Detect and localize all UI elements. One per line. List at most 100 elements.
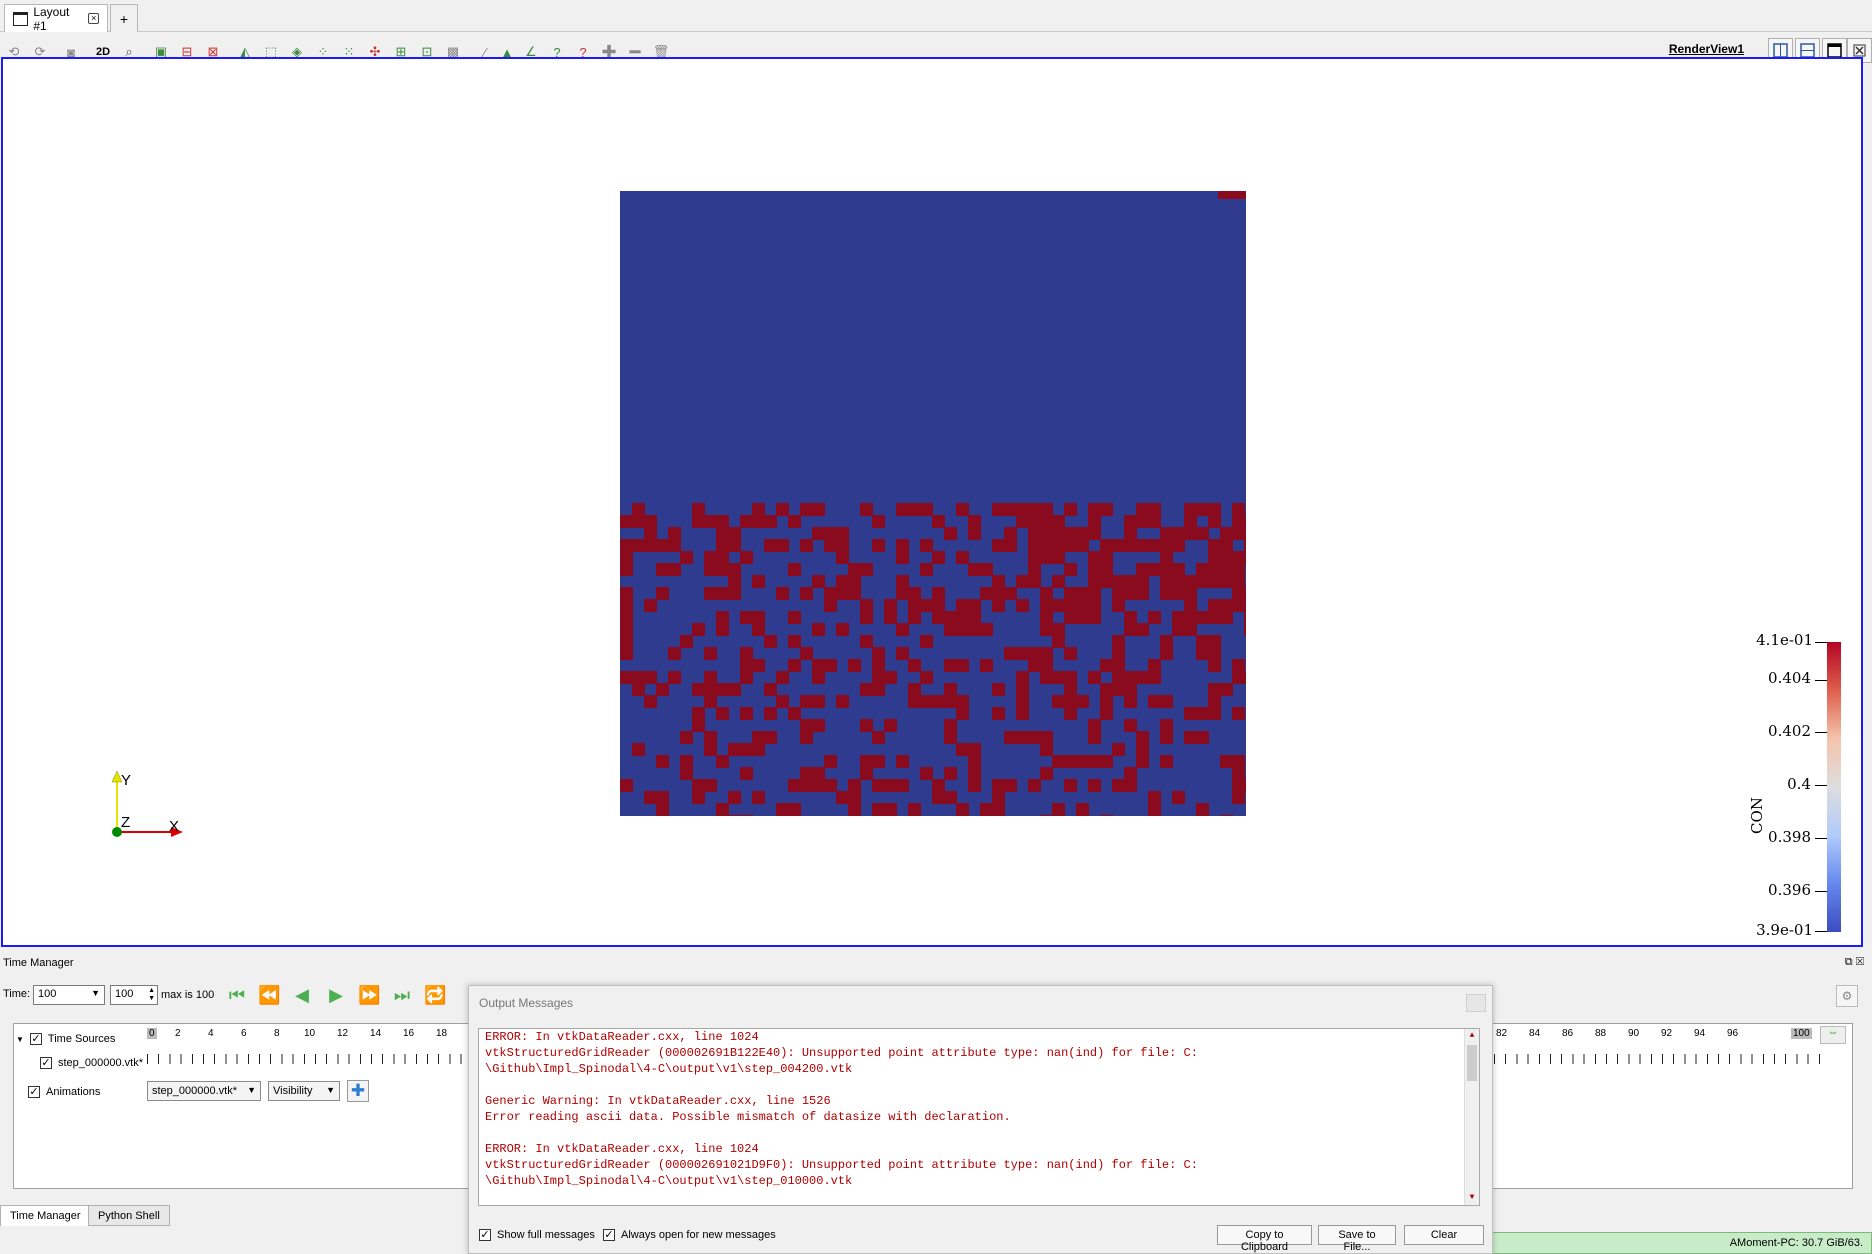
render-view-label[interactable]: RenderView1: [1669, 42, 1744, 56]
high-cell: [884, 803, 897, 816]
animations-checkbox[interactable]: ✓: [28, 1086, 40, 1098]
high-cell: [992, 587, 1005, 600]
expand-arrow-icon[interactable]: ▼: [16, 1035, 24, 1044]
high-cell: [872, 671, 885, 684]
high-cell: [992, 707, 1005, 720]
close-tab-icon[interactable]: ×: [88, 13, 99, 24]
high-cell: [1208, 635, 1221, 648]
high-cell: [812, 527, 825, 540]
reverse-play-icon[interactable]: ◀: [291, 984, 313, 1006]
vertical-scrollbar[interactable]: ▲ ▼: [1464, 1029, 1479, 1205]
close-icon[interactable]: [1466, 994, 1486, 1012]
high-cell: [1100, 683, 1113, 696]
high-cell: [788, 707, 801, 720]
show-full-messages-checkbox[interactable]: ✓: [479, 1229, 491, 1241]
high-cell: [1124, 575, 1137, 588]
high-cell: [1052, 515, 1065, 528]
high-cell: [752, 515, 765, 528]
high-cell: [668, 527, 681, 540]
high-cell: [1016, 683, 1029, 696]
messages-text-area[interactable]: ERROR: In vtkDataReader.cxx, line 1024 v…: [478, 1028, 1480, 1206]
high-cell: [1028, 779, 1041, 792]
play-icon[interactable]: ▶: [325, 984, 347, 1006]
current-time-marker[interactable]: 100: [1791, 1028, 1812, 1039]
high-cell: [788, 803, 801, 816]
high-cell: [788, 611, 801, 624]
high-cell: [1160, 719, 1173, 732]
render-view[interactable]: Y Z X CON 4.1e-01 0.404 0.402 0.4 0.398 …: [1, 57, 1863, 947]
animation-property-combo[interactable]: Visibility ▼: [268, 1081, 340, 1101]
high-cell: [1040, 623, 1053, 636]
high-cell: [920, 539, 933, 552]
high-cell: [1232, 575, 1245, 588]
high-cell: [1196, 731, 1209, 744]
high-cell: [776, 539, 789, 552]
time-sources-checkbox[interactable]: ✓: [29, 1033, 42, 1045]
tab-time-manager[interactable]: Time Manager: [0, 1205, 91, 1226]
scroll-down-icon[interactable]: ▼: [1465, 1191, 1479, 1205]
high-cell: [944, 719, 957, 732]
high-cell: [752, 659, 765, 672]
always-open-checkbox[interactable]: ✓: [603, 1229, 615, 1241]
show-full-messages-option[interactable]: ✓ Show full messages: [479, 1229, 595, 1241]
source-file-checkbox[interactable]: ✓: [40, 1057, 52, 1069]
tab-layout-1[interactable]: Layout #1 ×: [4, 4, 108, 33]
lock-range-icon[interactable]: ⇔: [1820, 1026, 1846, 1044]
high-cell: [1196, 815, 1209, 816]
axis-x-label: X: [169, 818, 179, 835]
high-cell: [1040, 611, 1053, 624]
high-cell: [1112, 683, 1125, 696]
colorbar-tick-label: 0.404: [1768, 669, 1811, 687]
timeline-ruler-left[interactable]: [147, 1046, 472, 1070]
high-cell: [764, 635, 777, 648]
high-cell: [860, 683, 873, 696]
copy-to-clipboard-button[interactable]: Copy to Clipboard: [1217, 1225, 1312, 1253]
last-frame-icon[interactable]: ⏭: [391, 984, 413, 1006]
animation-source-combo[interactable]: step_000000.vtk* ▼: [147, 1081, 261, 1101]
output-messages-dialog: Output Messages ERROR: In vtkDataReader.…: [468, 985, 1493, 1254]
previous-frame-icon[interactable]: ⏪: [258, 984, 280, 1006]
high-cell: [1136, 743, 1149, 756]
high-cell: [944, 767, 957, 780]
high-cell: [1016, 503, 1029, 516]
high-cell: [980, 803, 993, 816]
high-cell: [896, 755, 909, 768]
high-cell: [1040, 647, 1053, 660]
timestep-spinbox[interactable]: 100 ▲ ▼: [110, 985, 158, 1005]
add-layout-tab-button[interactable]: +: [110, 4, 138, 32]
save-to-file-button[interactable]: Save to File...: [1318, 1225, 1396, 1253]
dock-float-close-icons[interactable]: ⧉ ☒: [1845, 956, 1864, 969]
tab-python-shell[interactable]: Python Shell: [88, 1205, 170, 1226]
high-cell: [1112, 635, 1125, 648]
high-cell: [1136, 563, 1149, 576]
high-cell: [1088, 779, 1101, 792]
high-cell: [644, 539, 657, 552]
scroll-up-icon[interactable]: ▲: [1465, 1029, 1479, 1043]
add-animation-track-icon[interactable]: ✚: [347, 1080, 369, 1102]
settings-gear-icon[interactable]: ⚙: [1836, 985, 1858, 1007]
first-frame-icon[interactable]: ⏮: [226, 984, 248, 1006]
timeline-ruler-right[interactable]: [1494, 1046, 1829, 1070]
always-open-option[interactable]: ✓ Always open for new messages: [603, 1229, 776, 1241]
high-cell: [836, 575, 849, 588]
high-cell: [908, 659, 921, 672]
high-cell: [848, 563, 861, 576]
high-cell: [800, 647, 813, 660]
high-cell: [656, 755, 669, 768]
high-cell: [1052, 527, 1065, 540]
high-cell: [812, 767, 825, 780]
clear-button[interactable]: Clear: [1404, 1225, 1484, 1245]
high-cell: [752, 623, 765, 636]
high-cell: [668, 539, 681, 552]
loop-icon[interactable]: 🔁: [424, 984, 446, 1006]
high-cell: [680, 755, 693, 768]
high-cell: [860, 719, 873, 732]
scrollbar-thumb[interactable]: [1467, 1045, 1477, 1081]
next-frame-icon[interactable]: ⏩: [358, 984, 380, 1006]
high-cell: [692, 791, 705, 804]
high-cell: [1184, 623, 1197, 636]
high-cell: [776, 587, 789, 600]
time-value-combo[interactable]: 100 ▼: [33, 985, 105, 1005]
high-cell: [1028, 551, 1041, 564]
high-cell: [752, 743, 765, 756]
